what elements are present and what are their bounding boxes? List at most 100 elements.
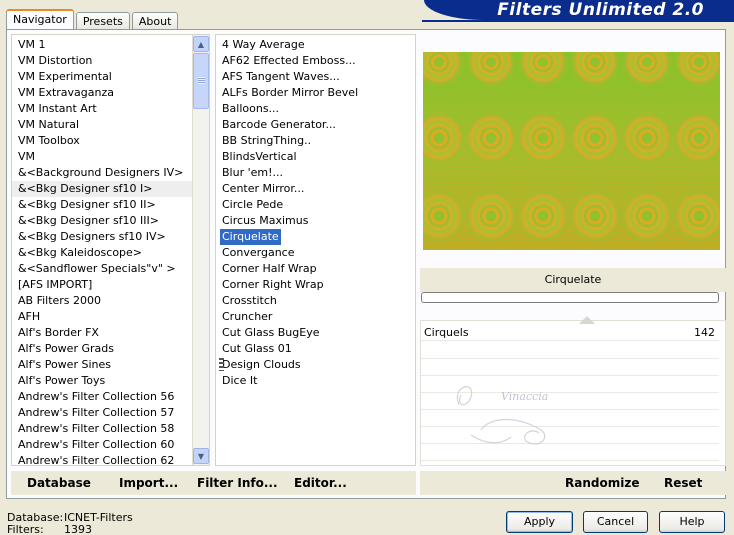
filter-item-selected[interactable]: Cirquelate [220, 229, 281, 245]
category-item[interactable]: VM Natural [12, 117, 209, 133]
preview-ring [515, 110, 571, 166]
parameter-row-empty [421, 428, 719, 444]
filter-item[interactable]: Cruncher [216, 309, 415, 325]
editor-button[interactable]: Editor... [294, 471, 347, 495]
preview-ring [619, 110, 675, 166]
filter-item[interactable]: BB StringThing.. [216, 133, 415, 149]
category-scrollbar[interactable]: ▲ ▼ [192, 35, 209, 465]
category-item[interactable]: &<Bkg Kaleidoscope> [12, 245, 209, 261]
filter-item[interactable]: Barcode Generator... [216, 117, 415, 133]
category-list: VM 1 VM Distortion VM Experimental VM Extra… [12, 35, 209, 465]
filter-item[interactable]: Corner Right Wrap [216, 277, 415, 293]
filters-count-value: 1393 [64, 523, 92, 535]
category-item[interactable]: Andrew's Filter Collection 58 [12, 421, 209, 437]
filter-item[interactable]: AFS Tangent Waves... [216, 69, 415, 85]
filter-item[interactable]: Circle Pede [216, 197, 415, 213]
reset-button[interactable]: Reset [664, 471, 702, 495]
list-resize-grip-icon[interactable] [219, 358, 224, 371]
apply-button[interactable]: Apply [506, 511, 573, 533]
selected-filter-name: Cirquelate [420, 268, 726, 292]
filter-item[interactable]: Cut Glass BugEye [216, 325, 415, 341]
parameter-row-empty [421, 377, 719, 393]
category-item[interactable]: VM Distortion [12, 53, 209, 69]
filter-item[interactable]: Circus Maximus [216, 213, 415, 229]
category-item[interactable]: VM Toolbox [12, 133, 209, 149]
randomize-button[interactable]: Randomize [565, 471, 639, 495]
filter-item[interactable]: Blur 'em!... [216, 165, 415, 181]
filter-list: 4 Way Average AF62 Effected Emboss... AFS … [216, 35, 415, 389]
category-item[interactable]: VM [12, 149, 209, 165]
filter-preview-image [423, 52, 720, 250]
tab-navigator[interactable]: Navigator [6, 9, 74, 30]
parameter-row-empty [421, 445, 719, 461]
parameter-label: Cirquels [424, 326, 469, 339]
category-item[interactable]: &<Bkg Designer sf10 III> [12, 213, 209, 229]
parameter-row-empty [421, 394, 719, 410]
help-button[interactable]: Help [659, 511, 725, 533]
preview-ring [515, 188, 571, 244]
category-item[interactable]: Andrew's Filter Collection 62 [12, 453, 209, 465]
navigator-frame: VM 1 VM Distortion VM Experimental VM Extra… [6, 29, 726, 499]
filter-item[interactable]: Cut Glass 01 [216, 341, 415, 357]
import-button[interactable]: Import... [119, 471, 178, 495]
scroll-down-icon[interactable]: ▼ [193, 448, 209, 464]
category-item[interactable]: Andrew's Filter Collection 56 [12, 389, 209, 405]
scroll-up-icon[interactable]: ▲ [193, 36, 209, 52]
category-list-panel: VM 1 VM Distortion VM Experimental VM Extra… [11, 34, 210, 466]
category-item[interactable]: [AFS IMPORT] [12, 277, 209, 293]
database-button[interactable]: Database [27, 471, 91, 495]
parameter-row-cirquels[interactable]: Cirquels 142 [421, 316, 719, 341]
tab-presets[interactable]: Presets [75, 12, 130, 30]
filter-item[interactable]: AF62 Effected Emboss... [216, 53, 415, 69]
category-item[interactable]: &<Background Designers IV> [12, 165, 209, 181]
parameter-row-empty [421, 360, 719, 376]
category-item[interactable]: Andrew's Filter Collection 60 [12, 437, 209, 453]
slider-thumb-icon[interactable] [579, 316, 595, 324]
filter-item[interactable]: ALFs Border Mirror Bevel [216, 85, 415, 101]
category-item[interactable]: &<Bkg Designers sf10 IV> [12, 229, 209, 245]
category-item[interactable]: AFH [12, 309, 209, 325]
filters-count-label: Filters: [7, 523, 44, 535]
cancel-button[interactable]: Cancel [583, 511, 648, 533]
category-item[interactable]: Alf's Power Sines [12, 357, 209, 373]
filter-item[interactable]: 4 Way Average [216, 37, 415, 53]
tab-strip: Navigator Presets About [6, 8, 180, 30]
preview-ring [619, 188, 675, 244]
filter-item[interactable]: Balloons... [216, 101, 415, 117]
category-item[interactable]: Andrew's Filter Collection 57 [12, 405, 209, 421]
category-item[interactable]: VM Extravaganza [12, 85, 209, 101]
parameter-row-empty [421, 411, 719, 427]
preview-ring [463, 188, 519, 244]
filter-item[interactable]: Center Mirror... [216, 181, 415, 197]
preview-ring [567, 110, 623, 166]
left-action-bar: Database Import... Filter Info... Editor… [11, 471, 416, 495]
preview-ring [567, 188, 623, 244]
right-action-bar: Randomize Reset [420, 471, 726, 495]
preview-pattern [423, 52, 720, 250]
scroll-thumb[interactable] [193, 53, 209, 109]
parameter-row-empty [421, 343, 719, 359]
parameter-area: Cirquels 142 Vinaccia [420, 316, 726, 466]
category-item[interactable]: VM Experimental [12, 69, 209, 85]
category-item[interactable]: Alf's Border FX [12, 325, 209, 341]
filter-item[interactable]: Convergance [216, 245, 415, 261]
category-item[interactable]: &<Sandflower Specials"v" > [12, 261, 209, 277]
category-item[interactable]: &<Bkg Designer sf10 II> [12, 197, 209, 213]
filter-item[interactable]: BlindsVertical [216, 149, 415, 165]
category-item[interactable]: VM 1 [12, 37, 209, 53]
preview-ring [463, 110, 519, 166]
category-item[interactable]: AB Filters 2000 [12, 293, 209, 309]
category-item[interactable]: &<Bkg Designer sf10 I> [12, 181, 209, 197]
category-item[interactable]: Alf's Power Grads [12, 341, 209, 357]
filter-list-panel: 4 Way Average AF62 Effected Emboss... AFS … [215, 34, 416, 466]
filter-item[interactable]: Crosstitch [216, 293, 415, 309]
category-item[interactable]: Alf's Power Toys [12, 373, 209, 389]
tab-about[interactable]: About [131, 12, 179, 30]
filter-item[interactable]: Design Clouds [216, 357, 415, 373]
filter-item[interactable]: Corner Half Wrap [216, 261, 415, 277]
parameter-value: 142 [694, 326, 715, 339]
category-item[interactable]: VM Instant Art [12, 101, 209, 117]
filter-item[interactable]: Dice It [216, 373, 415, 389]
filter-progress-bar [421, 292, 719, 303]
filter-info-button[interactable]: Filter Info... [197, 471, 278, 495]
